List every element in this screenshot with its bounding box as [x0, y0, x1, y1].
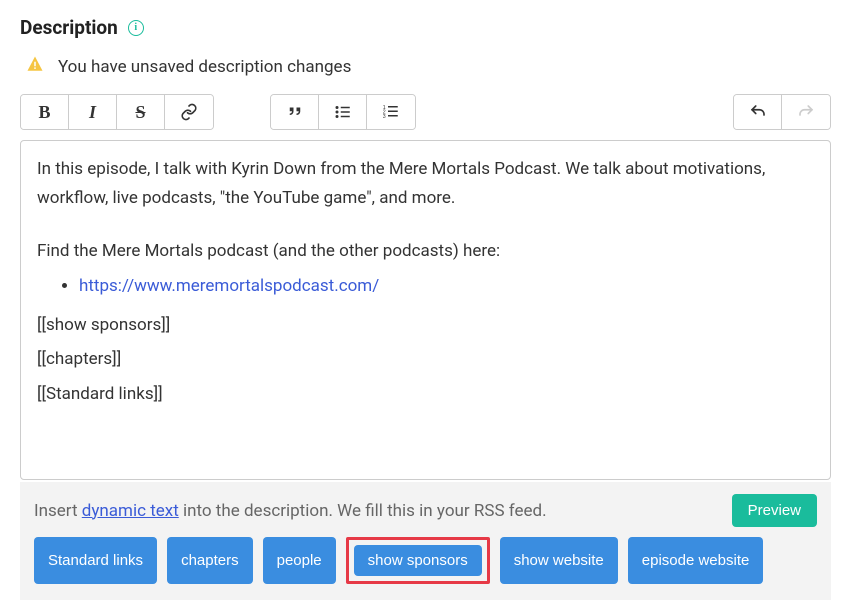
blockquote-button[interactable]: [271, 95, 319, 129]
section-title: Description: [20, 16, 118, 39]
svg-text:3: 3: [383, 114, 386, 120]
editor-paragraph: In this episode, I talk with Kyrin Down …: [37, 155, 814, 213]
chip-people[interactable]: people: [263, 537, 336, 584]
strikethrough-button[interactable]: S: [117, 95, 165, 129]
highlight-box: show sponsors: [346, 537, 490, 584]
chip-show-sponsors[interactable]: show sponsors: [354, 545, 482, 576]
undo-button[interactable]: [734, 95, 782, 129]
description-editor[interactable]: In this episode, I talk with Kyrin Down …: [20, 140, 831, 480]
chip-standard-links[interactable]: Standard links: [34, 537, 157, 584]
shortcode: [[chapters]]: [37, 345, 814, 374]
link-button[interactable]: [165, 95, 213, 129]
insert-hint: Insert dynamic text into the description…: [34, 501, 547, 521]
chip-show-website[interactable]: show website: [500, 537, 618, 584]
chip-chapters[interactable]: chapters: [167, 537, 253, 584]
list-item: https://www.meremortalspodcast.com/: [79, 272, 814, 301]
editor-paragraph: Find the Mere Mortals podcast (and the o…: [37, 237, 814, 266]
bold-button[interactable]: B: [21, 95, 69, 129]
editor-link[interactable]: https://www.meremortalspodcast.com/: [79, 276, 379, 296]
footer-area: Insert dynamic text into the description…: [20, 482, 831, 600]
shortcode: [[Standard links]]: [37, 380, 814, 409]
warning-triangle-icon: [26, 55, 44, 78]
dynamic-text-link[interactable]: dynamic text: [82, 501, 179, 521]
unsaved-warning: You have unsaved description changes: [20, 55, 831, 78]
warning-text: You have unsaved description changes: [58, 57, 351, 77]
shortcode: [[show sponsors]]: [37, 311, 814, 340]
unordered-list-button[interactable]: [319, 95, 367, 129]
preview-button[interactable]: Preview: [732, 494, 817, 527]
italic-button[interactable]: I: [69, 95, 117, 129]
chip-episode-website[interactable]: episode website: [628, 537, 764, 584]
info-icon[interactable]: i: [128, 20, 144, 36]
redo-button[interactable]: [782, 95, 830, 129]
ordered-list-button[interactable]: 123: [367, 95, 415, 129]
editor-toolbar: B I S 123: [20, 94, 831, 130]
